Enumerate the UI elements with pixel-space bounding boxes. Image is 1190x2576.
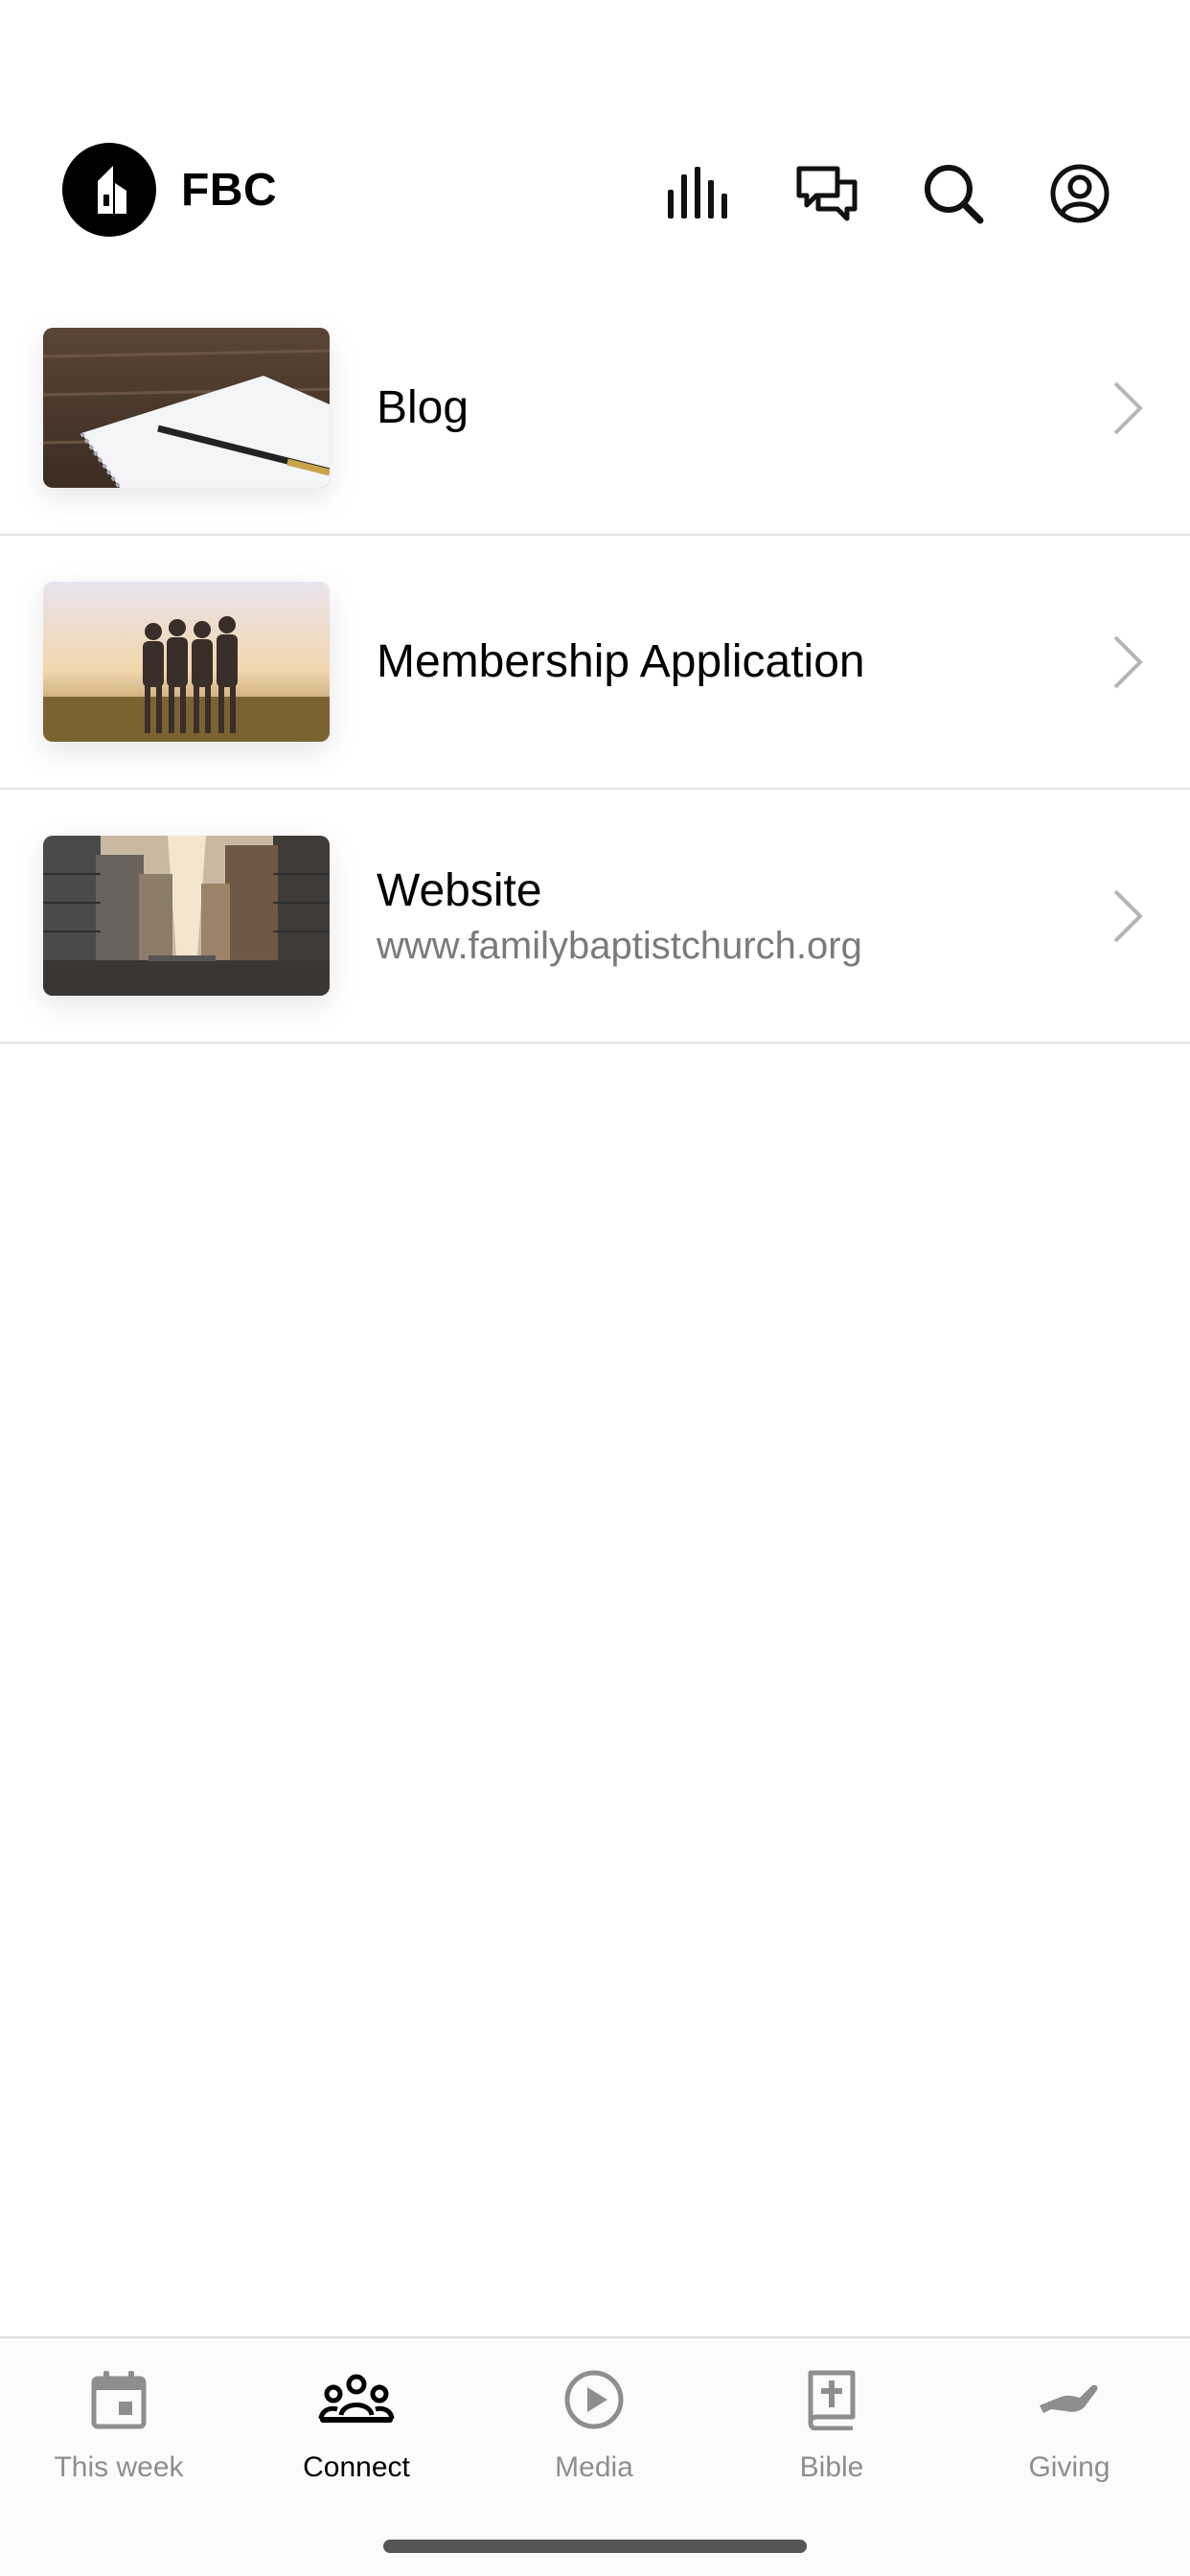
tab-label: Media — [555, 2451, 633, 2483]
list-item-subtitle: www.familybaptistchurch.org — [377, 924, 862, 967]
home-indicator[interactable] — [383, 2540, 807, 2553]
connect-list: Blog Membership Application Website www.… — [0, 282, 1190, 1044]
chevron-right-icon — [1113, 635, 1143, 688]
chat-icon[interactable] — [792, 159, 861, 228]
list-item-title: Website — [377, 864, 542, 916]
tab-label: Connect — [303, 2451, 410, 2483]
blog-thumbnail — [43, 328, 330, 488]
bible-icon — [808, 2370, 856, 2430]
audio-bars-icon[interactable] — [665, 159, 734, 228]
church-logo — [62, 143, 156, 237]
search-icon[interactable] — [919, 159, 988, 228]
tab-media[interactable]: Media — [475, 2361, 713, 2496]
brand-name: FBC — [181, 164, 278, 216]
list-item-title: Membership Application — [377, 636, 865, 687]
brand[interactable]: FBC — [62, 143, 277, 237]
membership-thumbnail — [43, 582, 330, 742]
tab-label: Bible — [799, 2451, 864, 2483]
website-thumbnail — [43, 836, 330, 996]
calendar-icon — [91, 2371, 147, 2429]
church-logo-icon — [98, 166, 126, 214]
connect-screen: FBC Blog Membership Application Website … — [0, 0, 1190, 2576]
chevron-right-icon — [1113, 889, 1143, 942]
list-item-website[interactable]: Website www.familybaptistchurch.org — [0, 790, 1190, 1044]
profile-icon[interactable] — [1045, 159, 1114, 228]
tab-connect[interactable]: Connect — [238, 2361, 475, 2496]
list-item-blog[interactable]: Blog — [0, 282, 1190, 536]
tab-label: Giving — [1028, 2451, 1110, 2483]
app-header: FBC — [0, 134, 1190, 245]
giving-hand-icon — [1040, 2384, 1098, 2413]
play-circle-icon — [564, 2370, 624, 2429]
people-group-icon — [318, 2374, 395, 2423]
tab-bible[interactable]: Bible — [713, 2361, 950, 2496]
tab-this-week[interactable]: This week — [0, 2361, 238, 2496]
tab-label: This week — [54, 2451, 184, 2483]
list-item-membership[interactable]: Membership Application — [0, 536, 1190, 790]
chevron-right-icon — [1113, 381, 1143, 434]
list-item-title: Blog — [377, 382, 469, 433]
tab-giving[interactable]: Giving — [950, 2361, 1188, 2496]
